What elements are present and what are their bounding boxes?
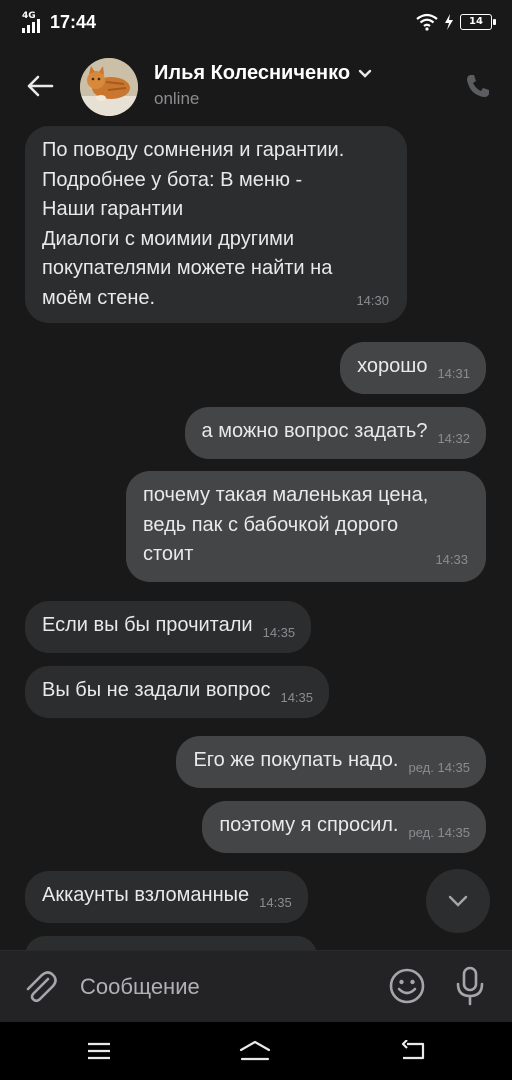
message-time: 14:35 <box>262 625 296 640</box>
message-text: Если вы бы прочитали <box>42 614 253 636</box>
message-incoming[interactable]: Аккаунты взломанные 14:35 <box>25 871 308 923</box>
system-navigation-bar <box>0 1022 512 1080</box>
message-outgoing[interactable]: почему такая маленькая цена, ведь пак с … <box>126 471 486 582</box>
back-button[interactable] <box>20 68 60 104</box>
cat-photo-icon <box>80 58 138 116</box>
contact-avatar[interactable] <box>80 58 138 116</box>
phone-icon <box>467 75 489 97</box>
home-icon <box>239 1040 271 1061</box>
wifi-icon <box>416 13 438 31</box>
message-text: почему такая маленькая цена, ведь пак с … <box>143 484 429 565</box>
message-text: Вы бы не задали вопрос <box>42 679 271 701</box>
emoji-icon <box>389 968 425 1004</box>
message-incoming[interactable]: Вы бы не задали вопрос 14:35 <box>25 666 330 718</box>
charging-icon <box>445 14 453 30</box>
recent-apps-button[interactable] <box>82 1036 116 1066</box>
message-outgoing[interactable]: Его же покупать надо. ред. 14:35 <box>176 736 486 788</box>
back-arrow-icon <box>27 75 54 97</box>
message-time: 14:30 <box>356 292 389 308</box>
message-time: 14:35 <box>280 690 314 705</box>
call-button[interactable] <box>464 72 492 100</box>
battery-icon: 14 <box>460 14 496 30</box>
message-text: поэтому я спросил. <box>219 814 399 836</box>
message-outgoing[interactable]: а можно вопрос задать? 14:32 <box>184 407 486 459</box>
message-incoming-partial[interactable] <box>25 936 317 950</box>
attach-button[interactable] <box>22 967 58 1005</box>
voice-message-button[interactable] <box>452 965 488 1007</box>
contact-status: online <box>154 89 200 108</box>
message-text: Аккаунты взломанные <box>42 884 250 906</box>
message-input[interactable] <box>80 969 360 1005</box>
emoji-button[interactable] <box>388 967 426 1005</box>
home-button[interactable] <box>238 1036 272 1066</box>
message-time: ред. 14:35 <box>408 825 470 840</box>
menu-icon <box>88 1042 110 1060</box>
scroll-to-bottom-button[interactable] <box>426 869 490 933</box>
message-outgoing[interactable]: хорошо 14:31 <box>340 342 486 394</box>
system-back-button[interactable] <box>396 1036 430 1066</box>
contact-name: Илья Колесниченко <box>154 62 351 84</box>
message-list[interactable]: По поводу сомнения и гарантии. Подробнее… <box>0 126 512 950</box>
chevron-down-icon <box>358 69 372 78</box>
message-text: По поводу сомнения и гарантии. Подробнее… <box>42 139 345 309</box>
status-time: 17:44 <box>50 12 97 32</box>
message-time: 14:33 <box>435 551 468 567</box>
cellular-signal-icon: 4G <box>22 11 44 33</box>
contact-name-button[interactable]: Илья Колесниченко <box>154 62 372 85</box>
message-text: а можно вопрос задать? <box>201 420 428 442</box>
status-bar: 4G 17:44 14 <box>0 0 512 48</box>
message-text: Его же покупать надо. <box>193 749 399 771</box>
microphone-icon <box>456 966 484 1006</box>
paperclip-icon <box>26 971 57 1003</box>
battery-level: 14 <box>469 16 483 27</box>
message-incoming[interactable]: Если вы бы прочитали 14:35 <box>25 601 312 653</box>
chevron-down-icon <box>448 895 468 907</box>
message-incoming[interactable]: По поводу сомнения и гарантии. Подробнее… <box>25 126 407 323</box>
message-outgoing[interactable]: поэтому я спросил. ред. 14:35 <box>202 801 486 853</box>
message-time: 14:31 <box>437 366 470 381</box>
message-time: ред. 14:35 <box>408 760 470 775</box>
message-time: 14:35 <box>259 895 292 910</box>
message-time: 14:32 <box>437 431 470 446</box>
message-text: хорошо <box>357 355 428 377</box>
message-composer <box>0 950 512 1022</box>
back-icon <box>401 1040 425 1060</box>
chat-header: Илья Колесниченко online <box>0 48 512 126</box>
